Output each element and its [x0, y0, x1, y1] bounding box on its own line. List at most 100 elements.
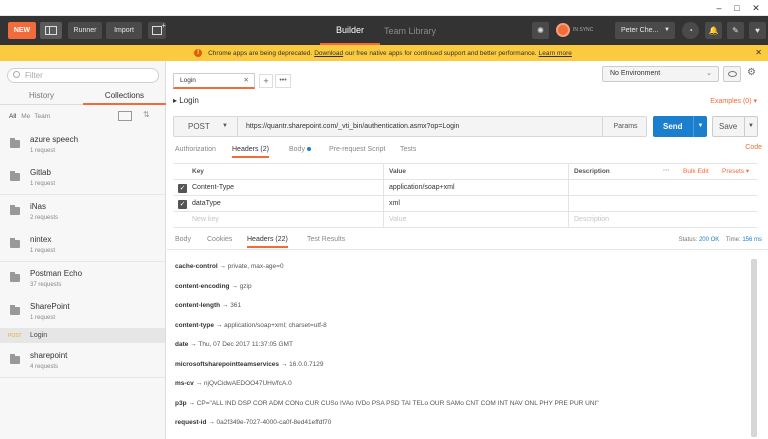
request-title[interactable]: ▸ Login — [173, 96, 199, 105]
tab-builder[interactable]: Builder — [320, 16, 380, 45]
sync-status-icon[interactable] — [556, 23, 570, 37]
environment-value: No Environment — [610, 70, 661, 77]
tab-test-results[interactable]: Test Results — [307, 234, 345, 248]
learn-more-link[interactable]: Learn more — [539, 50, 572, 57]
header-description[interactable] — [568, 196, 658, 212]
new-button[interactable]: NEW — [8, 22, 36, 39]
more-icon[interactable]: ··· — [663, 164, 670, 178]
time-label: Time: — [725, 237, 741, 243]
close-window-icon[interactable]: ✕ — [750, 2, 762, 14]
collection-item[interactable]: nintex 1 request — [0, 228, 165, 262]
response-header-key: p3p → — [175, 399, 195, 407]
request-item-login[interactable]: POST Login — [0, 329, 165, 343]
filter-all[interactable]: All — [9, 113, 16, 120]
header-value[interactable]: xml — [383, 196, 573, 212]
header-key[interactable]: dataType — [192, 196, 221, 212]
heart-icon[interactable]: ♥ — [749, 22, 766, 39]
presets-dropdown[interactable]: Presets ▾ — [722, 164, 749, 179]
environment-quick-look-button[interactable] — [723, 66, 741, 82]
close-icon[interactable]: ✕ — [244, 74, 249, 87]
environment-select[interactable]: No Environment ⌄ — [602, 66, 719, 82]
settings-wrench-icon[interactable]: ✎ — [727, 22, 744, 39]
new-description-input[interactable]: Description — [568, 212, 658, 228]
tab-response-body[interactable]: Body — [175, 234, 191, 248]
folder-icon — [10, 238, 20, 248]
new-value-input[interactable]: Value — [383, 212, 573, 228]
tab-collections[interactable]: Collections — [83, 89, 166, 105]
method-select[interactable]: POST ▼ — [174, 117, 238, 136]
request-builder: Login ✕ + ••• No Environment ⌄ ⚙ ▸ Login… — [167, 61, 768, 439]
runner-button[interactable]: Runner — [68, 22, 102, 39]
examples-dropdown[interactable]: Examples (0) ▾ — [710, 97, 757, 105]
tab-response-headers[interactable]: Headers (22) — [247, 234, 288, 248]
tab-history[interactable]: History — [0, 89, 83, 105]
params-button[interactable]: Params — [602, 117, 648, 136]
filter-input[interactable]: Filter — [7, 68, 159, 83]
tab-headers[interactable]: Headers (2) — [232, 144, 269, 158]
url-input[interactable]: https://quantr.sharepoint.com/_vti_bin/a… — [246, 123, 459, 130]
collection-item[interactable]: azure speech 1 request — [0, 128, 165, 162]
bulk-edit-link[interactable]: Bulk Edit — [683, 164, 709, 179]
collection-item[interactable]: iNas 2 requests — [0, 195, 165, 229]
response-header-value: application/soap+xml; charset=utf-8 — [224, 321, 327, 329]
collection-name: nintex — [30, 235, 52, 244]
minimize-icon[interactable]: – — [713, 2, 725, 14]
tab-body[interactable]: Body — [289, 144, 311, 158]
add-tab-icon[interactable]: + — [259, 74, 273, 88]
code-link[interactable]: Code — [745, 144, 762, 151]
checkbox-checked-icon[interactable]: ✓ — [178, 184, 187, 193]
save-button[interactable]: Save ▼ — [712, 116, 758, 137]
new-key-input[interactable]: New key — [192, 212, 219, 228]
tab-cookies[interactable]: Cookies — [207, 234, 232, 248]
response-header-key: microsoftsharepointteamservices → — [175, 360, 288, 368]
filter-me[interactable]: Me — [21, 113, 30, 120]
notifications-icon[interactable]: 🔔 — [705, 22, 722, 39]
tab-tests[interactable]: Tests — [400, 144, 416, 158]
header-description[interactable] — [568, 180, 658, 196]
import-button[interactable]: Import — [106, 22, 142, 39]
column-description: Description — [568, 164, 658, 180]
sort-icon[interactable]: ⇅ — [143, 110, 150, 119]
header-value[interactable]: application/soap+xml — [383, 180, 573, 196]
maximize-icon[interactable]: □ — [731, 2, 743, 14]
collection-owner-filter: All Me Team — [9, 113, 54, 120]
download-link[interactable]: Download — [314, 50, 343, 57]
chevron-down-icon[interactable]: ▼ — [693, 116, 707, 137]
capture-icon[interactable]: ◔ — [682, 22, 699, 39]
collection-count: 37 requests — [30, 282, 62, 288]
toggle-sidebar-button[interactable] — [40, 22, 62, 39]
new-window-button[interactable] — [148, 21, 166, 39]
table-row: ✓ Content-Type application/soap+xml — [173, 180, 757, 196]
collection-count: 1 request — [30, 181, 56, 187]
close-icon[interactable]: ✕ — [755, 48, 762, 57]
scrollbar-thumb[interactable] — [751, 259, 757, 437]
tab-pre-request-script[interactable]: Pre-request Script — [329, 144, 385, 158]
warning-text: Chrome apps are being deprecated. — [208, 49, 313, 57]
table-row: ✓ dataType xml — [173, 196, 757, 212]
scrollbar[interactable] — [751, 259, 757, 437]
more-icon[interactable]: ••• — [275, 74, 291, 88]
gear-icon[interactable]: ⚙ — [747, 67, 756, 78]
collection-item[interactable]: sharepoint 4 requests — [0, 344, 165, 378]
user-menu-button[interactable]: Peter Che... ▼ — [615, 22, 675, 39]
tab-authorization[interactable]: Authorization — [175, 144, 216, 158]
chevron-down-icon[interactable]: ▼ — [744, 117, 757, 136]
interceptor-icon[interactable]: ✺ — [532, 22, 549, 39]
collection-item[interactable]: Gitlab 1 request — [0, 161, 165, 195]
response-header-key: request-id → — [175, 419, 215, 426]
collection-name: SharePoint — [30, 302, 70, 311]
new-collection-icon[interactable] — [118, 111, 132, 121]
header-key[interactable]: Content-Type — [192, 180, 234, 196]
folder-icon — [10, 272, 20, 282]
collection-item[interactable]: Postman Echo 37 requests — [0, 262, 165, 296]
collection-item[interactable]: SharePoint 1 request — [0, 295, 165, 329]
send-button[interactable]: Send ▼ — [653, 116, 707, 137]
chevron-down-icon: ▼ — [664, 27, 670, 33]
checkbox-checked-icon[interactable]: ✓ — [178, 200, 187, 209]
tab-team-library[interactable]: Team Library — [380, 16, 440, 45]
response-header-key: content-type → — [175, 321, 223, 329]
filter-team[interactable]: Team — [34, 113, 50, 120]
request-tab[interactable]: Login ✕ — [173, 73, 255, 89]
sync-status-label: IN SYNC — [573, 27, 594, 33]
request-name: Login — [30, 332, 48, 339]
